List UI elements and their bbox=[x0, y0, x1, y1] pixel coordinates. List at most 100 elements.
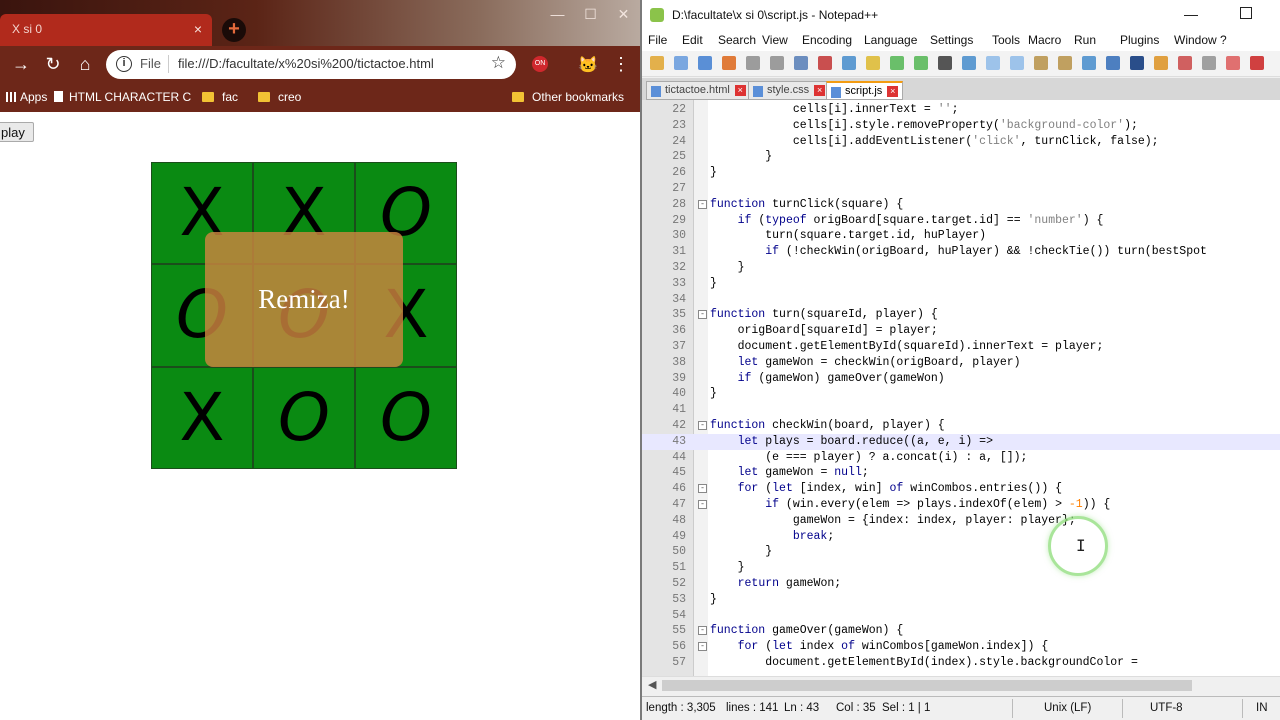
code-line[interactable]: 35 - function turn(squareId, player) { bbox=[642, 307, 1280, 323]
code-line[interactable]: 42 - function checkWin(board, player) { bbox=[642, 418, 1280, 434]
code-line[interactable]: 29 if (typeof origBoard[square.target.id… bbox=[642, 213, 1280, 229]
toolbar-button-icon[interactable] bbox=[770, 56, 784, 70]
close-icon[interactable]: × bbox=[887, 86, 899, 97]
code-line[interactable]: 51 } bbox=[642, 560, 1280, 576]
code-line[interactable]: 41 bbox=[642, 402, 1280, 418]
code-line[interactable]: 24 cells[i].addEventListener('click', tu… bbox=[642, 134, 1280, 150]
code-line[interactable]: 38 let gameWon = checkWin(origBoard, pla… bbox=[642, 355, 1280, 371]
code-line[interactable]: 48 gameWon = {index: index, player: play… bbox=[642, 513, 1280, 529]
code-line[interactable]: 44 (e === player) ? a.concat(i) : a, [])… bbox=[642, 450, 1280, 466]
fold-toggle-icon[interactable]: - bbox=[698, 199, 707, 209]
tab-style-css[interactable]: style.css × bbox=[748, 81, 831, 100]
star-icon[interactable]: ☆ bbox=[491, 53, 506, 73]
code-line[interactable]: 46 - for (let [index, win] of winCombos.e… bbox=[642, 481, 1280, 497]
code-line[interactable]: 39 if (gameWon) gameOver(gameWon) bbox=[642, 371, 1280, 387]
bookmark-apps[interactable]: Apps bbox=[6, 90, 47, 104]
code-line[interactable]: 26} bbox=[642, 165, 1280, 181]
menu-item-12[interactable]: ? bbox=[1220, 33, 1227, 47]
menu-item-10[interactable]: Plugins bbox=[1120, 33, 1159, 47]
code-line[interactable]: 34 bbox=[642, 292, 1280, 308]
toolbar-button-icon[interactable] bbox=[890, 56, 904, 70]
replay-button[interactable]: play bbox=[0, 122, 34, 142]
toolbar-button-icon[interactable] bbox=[1226, 56, 1240, 70]
code-line[interactable]: 33} bbox=[642, 276, 1280, 292]
code-line[interactable]: 54 bbox=[642, 608, 1280, 624]
code-line[interactable]: 31 if (!checkWin(origBoard, huPlayer) &&… bbox=[642, 244, 1280, 260]
code-line[interactable]: 36 origBoard[squareId] = player; bbox=[642, 323, 1280, 339]
scroll-left-icon[interactable]: ◀ bbox=[648, 678, 656, 691]
menu-item-6[interactable]: Settings bbox=[930, 33, 973, 47]
toolbar-button-icon[interactable] bbox=[794, 56, 808, 70]
toolbar-button-icon[interactable] bbox=[1034, 56, 1048, 70]
maximize-icon[interactable] bbox=[1240, 7, 1252, 19]
reload-icon[interactable]: ↻ bbox=[42, 54, 64, 75]
bookmark-creo[interactable]: creo bbox=[258, 90, 301, 104]
fold-toggle-icon[interactable]: - bbox=[698, 310, 707, 320]
toolbar-button-icon[interactable] bbox=[914, 56, 928, 70]
menu-item-3[interactable]: View bbox=[762, 33, 788, 47]
code-line[interactable]: 32 } bbox=[642, 260, 1280, 276]
scrollbar-thumb[interactable] bbox=[662, 680, 1192, 691]
new-tab-button[interactable]: + bbox=[222, 18, 246, 42]
code-line[interactable]: 50 } bbox=[642, 544, 1280, 560]
code-line[interactable]: 56 - for (let index of winCombos[gameWon.… bbox=[642, 639, 1280, 655]
url-text[interactable]: file:///D:/facultate/x%20si%200/tictacto… bbox=[178, 56, 434, 71]
board-cell[interactable]: X bbox=[151, 367, 253, 469]
tab-script-js[interactable]: script.js × bbox=[826, 81, 904, 100]
horizontal-scrollbar[interactable]: ◀ bbox=[642, 676, 1280, 694]
code-line[interactable]: 25 } bbox=[642, 149, 1280, 165]
menu-item-2[interactable]: Search bbox=[718, 33, 756, 47]
menu-item-9[interactable]: Run bbox=[1074, 33, 1096, 47]
extension-cat-icon[interactable]: 🐱 bbox=[578, 55, 598, 75]
toolbar-button-icon[interactable] bbox=[842, 56, 856, 70]
toolbar-button-icon[interactable] bbox=[1106, 56, 1120, 70]
toolbar-button-icon[interactable] bbox=[1082, 56, 1096, 70]
fold-toggle-icon[interactable]: - bbox=[698, 642, 707, 652]
fold-toggle-icon[interactable]: - bbox=[698, 484, 707, 494]
toolbar-button-icon[interactable] bbox=[650, 56, 664, 70]
code-line[interactable]: 57 document.getElementById(index).style.… bbox=[642, 655, 1280, 671]
fold-toggle-icon[interactable]: - bbox=[698, 626, 707, 636]
code-line[interactable]: 52 return gameWon; bbox=[642, 576, 1280, 592]
code-line[interactable]: 45 let gameWon = null; bbox=[642, 465, 1280, 481]
code-line[interactable]: 49 break; bbox=[642, 529, 1280, 545]
bookmark-html-character[interactable]: HTML CHARACTER C bbox=[54, 90, 191, 104]
board-cell[interactable]: O bbox=[355, 367, 457, 469]
tab-tictactoe-html[interactable]: tictactoe.html × bbox=[646, 81, 751, 100]
code-line[interactable]: 47 - if (win.every(elem => plays.indexOf(… bbox=[642, 497, 1280, 513]
browser-tab[interactable]: X si 0 × bbox=[0, 14, 212, 46]
maximize-icon[interactable]: ☐ bbox=[574, 0, 607, 30]
toolbar-button-icon[interactable] bbox=[1058, 56, 1072, 70]
toolbar-button-icon[interactable] bbox=[722, 56, 736, 70]
menu-item-4[interactable]: Encoding bbox=[802, 33, 852, 47]
code-line[interactable]: 23 cells[i].style.removeProperty('backgr… bbox=[642, 118, 1280, 134]
toolbar-button-icon[interactable] bbox=[1202, 56, 1216, 70]
code-line[interactable]: 37 document.getElementById(squareId).inn… bbox=[642, 339, 1280, 355]
code-line[interactable]: 30 turn(square.target.id, huPlayer) bbox=[642, 228, 1280, 244]
close-icon[interactable]: × bbox=[734, 85, 746, 96]
code-line[interactable]: 27 bbox=[642, 181, 1280, 197]
toolbar-button-icon[interactable] bbox=[1010, 56, 1024, 70]
toolbar-button-icon[interactable] bbox=[1178, 56, 1192, 70]
fold-toggle-icon[interactable]: - bbox=[698, 421, 707, 430]
toolbar-button-icon[interactable] bbox=[1130, 56, 1144, 70]
code-line[interactable]: 28 - function turnClick(square) { bbox=[642, 197, 1280, 213]
board-cell[interactable]: O bbox=[253, 367, 355, 469]
extension-icon[interactable]: ON bbox=[532, 56, 548, 72]
toolbar-button-icon[interactable] bbox=[1154, 56, 1168, 70]
toolbar-button-icon[interactable] bbox=[938, 56, 952, 70]
toolbar-button-icon[interactable] bbox=[698, 56, 712, 70]
code-editor[interactable]: 22 cells[i].innerText = ''; 23 cells[i].s… bbox=[642, 100, 1280, 676]
close-icon[interactable]: × bbox=[194, 21, 202, 37]
info-icon[interactable]: i bbox=[116, 56, 132, 72]
code-line[interactable]: 55 - function gameOver(gameWon) { bbox=[642, 623, 1280, 639]
bookmark-fac[interactable]: fac bbox=[202, 90, 238, 104]
toolbar-button-icon[interactable] bbox=[962, 56, 976, 70]
toolbar-button-icon[interactable] bbox=[1250, 56, 1264, 70]
close-icon[interactable]: × bbox=[814, 85, 826, 96]
menu-item-1[interactable]: Edit bbox=[682, 33, 703, 47]
toolbar-button-icon[interactable] bbox=[674, 56, 688, 70]
code-line[interactable]: 40} bbox=[642, 386, 1280, 402]
code-line[interactable]: 53} bbox=[642, 592, 1280, 608]
other-bookmarks[interactable]: Other bookmarks bbox=[512, 90, 624, 104]
